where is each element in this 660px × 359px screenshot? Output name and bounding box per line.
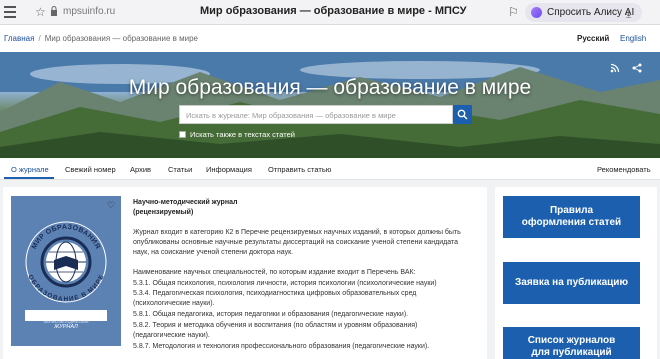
specialty-item: (педагогические науки).	[133, 332, 210, 339]
browser-toolbar: ☆ mpsuinfo.ru Мир образования — образова…	[0, 0, 660, 25]
author-guidelines-label-2: оформления статей	[521, 217, 622, 228]
main-nav: О журнале Свежий номер Архив Статьи Инфо…	[0, 158, 660, 180]
description-line: опубликованы основные научные результаты…	[133, 239, 458, 246]
hero-title: Мир образования — образование в мире	[128, 76, 532, 99]
breadcrumb-separator: /	[38, 34, 41, 43]
nav-archive[interactable]: Архив	[130, 165, 151, 174]
cover-caption: ЖУРНАЛ	[54, 324, 78, 330]
share-icon[interactable]	[632, 63, 642, 73]
search-button[interactable]	[453, 105, 472, 124]
nav-submit[interactable]: Отправить статью	[268, 165, 331, 174]
breadcrumb-current: Мир образования — образование в мире	[44, 34, 199, 43]
tab-title: Мир образования — образование в мире - М…	[200, 5, 467, 17]
lang-english[interactable]: English	[620, 34, 646, 43]
ask-alice-button[interactable]: Спросить Алису AI	[525, 3, 643, 22]
specialty-item: 5.3.4. Педагогическая психология, психод…	[133, 290, 417, 297]
address-bar[interactable]: mpsuinfo.ru	[63, 6, 115, 17]
ask-alice-label: Спросить Алису AI	[547, 7, 635, 18]
main-content: ♡ МИР ОБРАЗОВАНИЯ ОБРАЗОВАНИЕ В МИРЕ НАУ…	[3, 187, 487, 359]
menu-icon[interactable]	[4, 6, 16, 18]
specialty-item: (психологические науки).	[133, 300, 215, 307]
author-guidelines-label-1: Правила	[549, 205, 594, 216]
journal-list-label-1: Список журналов	[527, 335, 616, 346]
specialty-item: 5.8.7. Методология и технология професси…	[133, 343, 430, 350]
journal-emblem-icon: МИР ОБРАЗОВАНИЯ ОБРАЗОВАНИЕ В МИРЕ	[25, 221, 107, 303]
specialty-item: 5.8.1. Общая педагогика, история педагог…	[133, 311, 409, 318]
author-guidelines-button[interactable]: Правила оформления статей	[503, 196, 640, 238]
fulltext-checkbox[interactable]	[179, 131, 186, 138]
description-line: Журнал входит в категорию К2 в Перечне р…	[133, 229, 461, 236]
specialties-header: Наименование научных специальностей, по …	[133, 269, 416, 276]
journal-list-label-2: для публикаций	[531, 347, 612, 358]
nav-current-issue[interactable]: Свежий номер	[65, 165, 116, 174]
breadcrumb: Главная / Мир образования — образование в …	[4, 34, 198, 43]
sidebar: Правила оформления статей Заявка на публ…	[495, 187, 657, 359]
journal-list-button[interactable]: Список журналов для публикаций	[503, 327, 640, 359]
lock-icon	[51, 6, 57, 16]
favorite-icon[interactable]: ♡	[107, 200, 115, 211]
bookmarks-icon[interactable]: ☆	[35, 5, 46, 19]
fulltext-checkbox-label: Искать также в текстах статей	[190, 130, 295, 139]
specialty-item: 5.8.2. Теория и методика обучения и восп…	[133, 322, 418, 329]
top-row: Главная / Мир образования — образование в …	[0, 25, 660, 52]
publication-request-label: Заявка на публикацию	[515, 277, 628, 288]
journal-type-note: (рецензируемый)	[133, 209, 194, 216]
nav-active-indicator	[4, 177, 54, 179]
nav-about[interactable]: О журнале	[11, 165, 49, 174]
nav-articles[interactable]: Статьи	[168, 165, 192, 174]
rss-icon[interactable]	[610, 63, 620, 73]
description-line: наук, на соискание ученой степени доктор…	[133, 249, 294, 256]
bookmark-add-icon[interactable]: ⚐	[508, 5, 519, 19]
journal-cover[interactable]: ♡ МИР ОБРАЗОВАНИЯ ОБРАЗОВАНИЕ В МИРЕ НАУ…	[11, 196, 121, 346]
nav-info[interactable]: Информация	[206, 165, 252, 174]
specialty-item: 5.3.1. Общая психология, психология личн…	[133, 280, 437, 287]
breadcrumb-home[interactable]: Главная	[4, 34, 34, 43]
search-input[interactable]: Искать в журнале: Мир образования — обра…	[179, 105, 453, 124]
hero-banner: Мир образования — образование в мире Иск…	[0, 52, 660, 158]
publication-request-button[interactable]: Заявка на публикацию	[503, 262, 640, 304]
download-icon[interactable]: ⤓	[626, 6, 631, 21]
alice-icon	[531, 7, 542, 18]
search-icon	[457, 109, 468, 120]
journal-type: Научно-методический журнал	[133, 199, 238, 206]
nav-recommend[interactable]: Рекомендовать	[597, 165, 651, 174]
lang-russian[interactable]: Русский	[577, 34, 609, 43]
